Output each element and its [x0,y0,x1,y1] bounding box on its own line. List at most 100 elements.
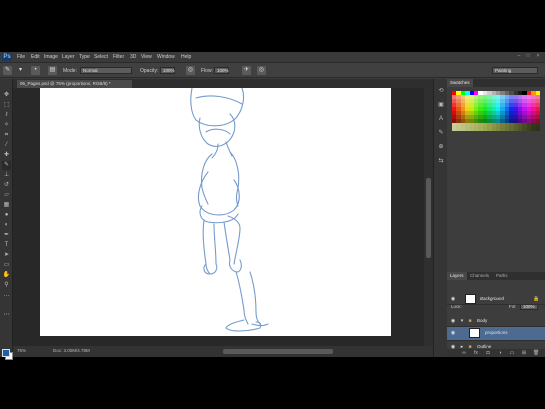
mode-dropdown[interactable]: Normal [80,67,132,74]
photoshop-window: Ps File Edit Image Layer Type Select Fil… [0,52,545,360]
sketch-belly-stroke [197,171,240,216]
mask-icon[interactable]: ◘ [485,350,491,356]
layer-background[interactable]: ◉ Background 🔒 [447,293,545,305]
brush-size-icon[interactable]: • [31,66,40,75]
pressure-size-icon[interactable]: ◎ [257,66,266,75]
new-group-icon[interactable]: ▭ [509,350,515,356]
vertical-scrollbar[interactable] [424,88,433,346]
hand-icon[interactable]: ✋ [2,271,11,280]
menu-help[interactable]: Help [181,52,191,62]
menu-window[interactable]: Window [157,52,175,62]
menu-3d[interactable]: 3D [130,52,136,62]
menu-layer[interactable]: Layer [62,52,75,62]
panel-icon-column: ⟲ ▣ A ✎ ⊕ ⇆ [433,79,447,357]
foreground-color-swatch[interactable] [2,349,10,357]
properties-icon[interactable]: ▣ [437,101,445,109]
menu-bar: Ps File Edit Image Layer Type Select Fil… [0,52,545,62]
brush-preset-icon[interactable]: ✎ [3,66,12,75]
character-icon[interactable]: A [437,115,445,123]
tab-layers[interactable]: Layers [447,272,467,280]
zoom-icon[interactable]: ⚲ [2,281,11,290]
swatches-grid [452,91,540,131]
layer-proportions[interactable]: ◉ proportions [447,327,545,341]
edit-toolbar-icon[interactable]: ⋯ [2,311,11,320]
menu-filter[interactable]: Filter [113,52,124,62]
close-icon[interactable]: × [535,54,541,59]
status-bar: 75% Doc: 3.00M/4.78M [13,346,433,357]
workspace-dropdown[interactable]: Painting [492,67,538,74]
visibility-eye-icon[interactable]: ◉ [450,318,456,324]
brush-presets-icon[interactable]: ✎ [437,129,445,137]
layer-name: Body [477,318,488,323]
link-layers-icon[interactable]: ∞ [461,350,467,356]
menu-image[interactable]: Image [44,52,58,62]
lasso-icon[interactable]: ℓ [2,111,11,120]
tab-channels[interactable]: Channels [467,272,492,280]
horizontal-scroll-thumb[interactable] [223,349,333,354]
path-select-icon[interactable]: ➤ [2,251,11,260]
color-swatch[interactable] [535,127,540,131]
trash-icon[interactable]: 🗑 [533,350,539,356]
blur-icon[interactable]: ● [2,211,11,220]
sketch-leg-left-inner-stroke [213,223,217,265]
flow-field[interactable]: 100% [214,67,229,74]
type-icon[interactable]: T [2,241,11,250]
history-brush-icon[interactable]: ↺ [2,181,11,190]
menu-type[interactable]: Type [79,52,90,62]
sketch-thigh-right-inner-stroke [223,221,231,261]
sketch-eyeline-stroke [195,95,243,105]
visibility-eye-icon[interactable]: ◉ [450,296,456,302]
menu-edit[interactable]: Edit [31,52,40,62]
eyedropper-icon[interactable]: ⁄ [2,141,11,150]
layer-thumbnail [469,328,480,338]
maximize-icon[interactable]: □ [525,54,531,59]
lock-icon: 🔒 [533,296,540,302]
opacity-field[interactable]: 100% [160,67,175,74]
shape-icon[interactable]: ▭ [2,261,11,270]
layer-group-body[interactable]: ◉ ▾ ■ Body [447,315,545,327]
tool-presets-icon[interactable]: ⇆ [437,157,445,165]
dodge-icon[interactable]: ◐ [2,221,11,230]
layers-panel-tabs: Layers Channels Paths [447,272,545,280]
brush-panel-icon[interactable]: ▤ [48,66,57,75]
doc-size-info[interactable]: Doc: 3.00M/4.78M [53,348,90,354]
tab-paths[interactable]: Paths [493,272,511,280]
history-icon[interactable]: ⟲ [437,87,445,95]
move-icon[interactable]: ✥ [2,91,11,100]
zoom-level[interactable]: 75% [17,348,26,354]
sketch-shin-right-stroke [235,271,249,325]
tab-swatches[interactable]: Swatches [447,79,473,87]
adjustment-icon[interactable]: ◑ [497,350,503,356]
clone-source-icon[interactable]: ⊕ [437,143,445,151]
minimize-icon[interactable]: – [516,54,522,59]
vertical-scroll-thumb[interactable] [426,178,431,258]
menu-file[interactable]: File [17,52,25,62]
more-tools-icon[interactable]: … [2,291,11,300]
gradient-icon[interactable]: ▦ [2,201,11,210]
pressure-opacity-icon[interactable]: ◎ [186,66,195,75]
layer-style-icon[interactable]: fx [473,350,479,356]
pen-icon[interactable]: ✒ [2,231,11,240]
clone-stamp-icon[interactable]: ⊥ [2,171,11,180]
mode-label: Mode: [63,68,77,74]
visibility-eye-icon[interactable]: ◉ [450,330,456,336]
healing-icon[interactable]: ✚ [2,151,11,160]
airbrush-icon[interactable]: ✈ [242,66,251,75]
document-canvas[interactable] [40,88,391,336]
layers-footer: ∞ fx ◘ ◑ ▭ ⊞ 🗑 [447,349,545,357]
eraser-icon[interactable]: ▱ [2,191,11,200]
sketch-chin-stroke [205,128,231,135]
brush-icon[interactable]: ✎ [2,161,11,170]
menu-view[interactable]: View [141,52,152,62]
menu-select[interactable]: Select [94,52,108,62]
layer-thumbnail [465,294,476,304]
new-layer-icon[interactable]: ⊞ [521,350,527,356]
chevron-down-icon[interactable]: ▾ [16,66,25,75]
sketch-head-stroke [190,88,245,127]
quick-select-icon[interactable]: ✧ [2,121,11,130]
document-tab[interactable]: 06_Pages.psd @ 75% (proportions, RGB/8) … [17,80,132,88]
marquee-icon[interactable]: ⬚ [2,101,11,110]
crop-icon[interactable]: ⌗ [2,131,11,140]
sketch-knee-right-stroke [228,259,242,273]
chevron-down-icon[interactable]: ▾ [459,318,465,324]
